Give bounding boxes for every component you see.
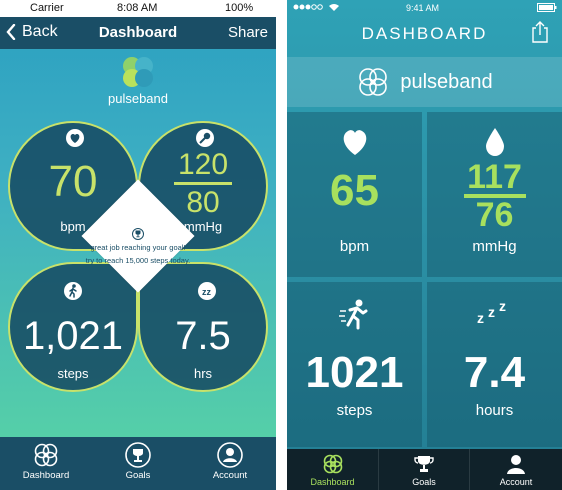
heart-rate-card[interactable]: 65 bpm: [287, 112, 422, 277]
navigation-bar: Back Dashboard Share: [0, 17, 276, 49]
tab-account[interactable]: Account: [469, 449, 562, 490]
tab-goals[interactable]: Goals: [378, 449, 469, 490]
svg-text:z: z: [499, 298, 506, 314]
steps-value: 1021: [305, 348, 404, 397]
steps-card[interactable]: 1021 steps: [287, 282, 422, 447]
sleep-card[interactable]: zz 7.5 hrs: [138, 262, 268, 392]
svg-text:z: z: [488, 304, 495, 320]
zzz-icon: z z z: [427, 297, 562, 332]
message-line-1: great job reaching your goal!: [90, 243, 186, 252]
back-label: Back: [22, 23, 58, 40]
sleep-value: 7.4: [463, 348, 526, 397]
pulseband-logo-icon: [0, 55, 276, 94]
sleep-card[interactable]: z z z 7.4 hours: [427, 282, 562, 447]
page-title: DASHBOARD: [361, 24, 488, 43]
tab-dashboard-label: Dashboard: [310, 477, 355, 487]
steps-card[interactable]: 1,021 steps: [8, 262, 138, 392]
user-icon: [507, 455, 525, 474]
share-button[interactable]: Share: [228, 24, 268, 41]
steps-unit: steps: [336, 402, 373, 419]
fraction-divider: [174, 182, 232, 185]
svg-text:z: z: [477, 310, 484, 326]
diastolic-value: 76: [475, 196, 514, 234]
brand-name: pulseband: [400, 70, 493, 93]
sleep-unit: hrs: [193, 366, 213, 381]
back-button[interactable]: Back: [6, 23, 58, 41]
walking-icon: [64, 282, 82, 300]
signal-icon: [293, 3, 327, 13]
drop-icon: [427, 127, 562, 162]
brand-name: pulseband: [108, 91, 168, 106]
tab-account[interactable]: Account: [184, 437, 276, 490]
steps-unit: steps: [57, 366, 89, 381]
tab-bar: Dashboard Goals Account: [287, 449, 562, 490]
heart-rate-unit: bpm: [339, 238, 370, 255]
brand-bar: pulseband: [287, 57, 562, 107]
blood-pressure-card[interactable]: 117 76 mmHg: [427, 112, 562, 277]
systolic-value: 120: [177, 148, 229, 181]
pulseband-logo-icon: [323, 454, 342, 474]
status-bar: 9:41 AM: [287, 0, 562, 16]
battery-icon: [537, 3, 557, 14]
systolic-value: 117: [467, 158, 522, 196]
tab-bar: Dashboard Goals Account: [0, 437, 276, 490]
user-icon: [217, 442, 243, 468]
tab-account-label: Account: [499, 477, 533, 487]
tab-goals[interactable]: Goals: [92, 437, 184, 490]
pulseband-logo-icon: [359, 68, 388, 96]
status-time: 8:08 AM: [117, 2, 158, 14]
message-line-2: try to reach 15,000 steps today.: [85, 256, 191, 265]
status-time: 9:41 AM: [406, 3, 440, 13]
tab-goals-label: Goals: [412, 477, 436, 487]
goal-message: great job reaching your goal! try to rea…: [48, 228, 228, 267]
steps-value: 1,021: [22, 314, 124, 358]
trophy-icon: [132, 228, 144, 240]
tab-dashboard[interactable]: Dashboard: [0, 437, 92, 490]
heart-rate-value: 65: [330, 166, 379, 215]
right-phone-screen: 9:41 AM DASHBOARD pulseband 65 bpm 117 7…: [287, 0, 562, 490]
tab-dashboard-label: Dashboard: [22, 470, 70, 481]
pressure-gauge-icon: [196, 129, 214, 147]
chevron-left-icon: [6, 24, 16, 40]
pulseband-logo-icon: [34, 443, 58, 467]
sleep-value: 7.5: [175, 314, 231, 358]
battery-label: 100%: [225, 2, 254, 14]
heart-icon: [287, 127, 422, 162]
left-phone-screen: Carrier 8:08 AM 100% Back Dashboard Shar…: [0, 0, 276, 490]
share-icon[interactable]: [530, 20, 550, 49]
svg-text:zz: zz: [202, 287, 212, 297]
carrier-label: Carrier: [30, 2, 64, 14]
tab-dashboard[interactable]: Dashboard: [287, 449, 378, 490]
sleep-unit: hours: [475, 402, 514, 419]
trophy-icon: [414, 456, 434, 472]
header: DASHBOARD: [287, 16, 562, 52]
wifi-icon: [329, 3, 339, 13]
blood-pressure-unit: mmHg: [472, 238, 517, 255]
status-bar: Carrier 8:08 AM 100%: [0, 0, 276, 17]
trophy-icon: [125, 442, 151, 468]
heart-icon: [66, 129, 84, 147]
sleep-icon: zz: [198, 282, 216, 300]
tab-account-label: Account: [212, 470, 248, 481]
tab-goals-label: Goals: [125, 470, 151, 481]
running-icon: [287, 297, 422, 336]
